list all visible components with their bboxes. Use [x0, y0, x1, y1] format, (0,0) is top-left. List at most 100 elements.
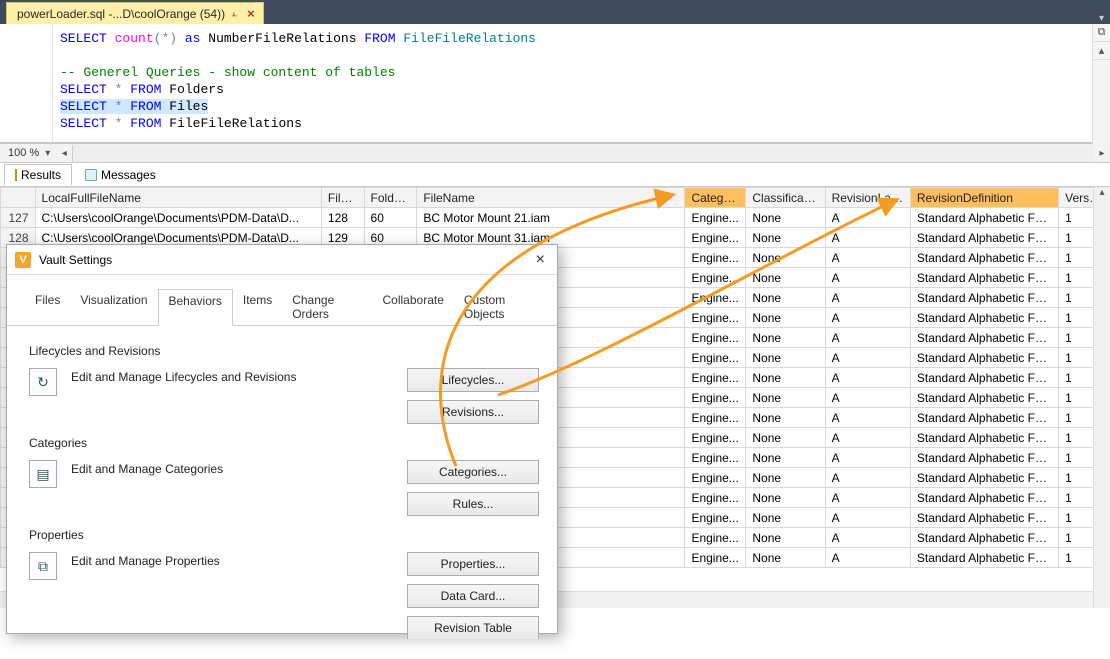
editor-hscroll[interactable]	[72, 145, 1094, 162]
cell-revlabel: A	[825, 348, 910, 368]
cell-classification: None	[746, 388, 825, 408]
cell-revdef: Standard Alphabetic Format	[910, 348, 1058, 368]
col-localfullfilename[interactable]: LocalFullFileName	[35, 188, 321, 208]
cell-classification: None	[746, 268, 825, 288]
cell-revdef: Standard Alphabetic Format	[910, 508, 1058, 528]
cell-category: Engine...	[685, 448, 746, 468]
cell-classification: None	[746, 328, 825, 348]
tab-change-orders[interactable]: Change Orders	[282, 289, 372, 325]
tabstrip-overflow-icon[interactable]: ▾	[1099, 13, 1110, 24]
grid-vscroll[interactable]: ▴	[1093, 187, 1110, 608]
cell-revdef: Standard Alphabetic Format	[910, 268, 1058, 288]
tab-collaborate[interactable]: Collaborate	[373, 289, 454, 325]
cell-classification: None	[746, 348, 825, 368]
grid-icon	[15, 169, 17, 181]
tab-custom-objects[interactable]: Custom Objects	[454, 289, 547, 325]
cell-classification: None	[746, 248, 825, 268]
col-filename[interactable]: FileName	[417, 188, 685, 208]
col-classification[interactable]: Classification	[746, 188, 825, 208]
revision-table-button[interactable]: Revision Table	[407, 616, 539, 639]
tab-visualization[interactable]: Visualization	[70, 289, 157, 325]
editor-tabstrip: powerLoader.sql -...D\coolOrange (54)) ⫠…	[0, 0, 1110, 24]
cell-category: Engine...	[685, 548, 746, 568]
tab-items[interactable]: Items	[233, 289, 282, 325]
cell-classification: None	[746, 368, 825, 388]
split-icon[interactable]: ⧉	[1093, 24, 1110, 42]
cell-classification: None	[746, 408, 825, 428]
categories-button[interactable]: Categories...	[407, 460, 539, 484]
cell-category: Engine...	[685, 528, 746, 548]
dialog-titlebar[interactable]: V Vault Settings ×	[7, 245, 557, 275]
code-content[interactable]: SELECT count(*) as NumberFileRelations F…	[0, 24, 1110, 142]
cell-revlabel: A	[825, 308, 910, 328]
messages-icon	[85, 169, 97, 181]
cell-revdef: Standard Alphabetic Format	[910, 388, 1058, 408]
properties-icon: ⧉	[29, 552, 57, 580]
table-row[interactable]: 127C:\Users\coolOrange\Documents\PDM-Dat…	[1, 208, 1110, 228]
cell-category: Engine...	[685, 208, 746, 228]
rownum-cell: 127	[1, 208, 36, 228]
col-folderid[interactable]: FolderID	[364, 188, 417, 208]
col-category[interactable]: Category	[685, 188, 746, 208]
cell-revdef: Standard Alphabetic Format	[910, 428, 1058, 448]
tab-results[interactable]: Results	[4, 164, 72, 185]
pin-icon[interactable]: ⫠	[231, 8, 237, 19]
nav-up-icon[interactable]: ▴	[1093, 42, 1110, 60]
tab-behaviors[interactable]: Behaviors	[158, 289, 233, 326]
scroll-right-icon[interactable]: ▸	[1094, 148, 1110, 159]
cell-category: Engine...	[685, 268, 746, 288]
cell-revlabel: A	[825, 208, 910, 228]
rules-button[interactable]: Rules...	[407, 492, 539, 516]
cell-classification: None	[746, 468, 825, 488]
section-lifecycles-desc: Edit and Manage Lifecycles and Revisions	[71, 368, 393, 384]
cell-classification: None	[746, 528, 825, 548]
cell-revdef: Standard Alphabetic Format	[910, 468, 1058, 488]
cell-classification: None	[746, 428, 825, 448]
cell-category: Engine...	[685, 348, 746, 368]
file-tab[interactable]: powerLoader.sql -...D\coolOrange (54)) ⫠…	[6, 2, 264, 24]
cell-revlabel: A	[825, 328, 910, 348]
cell-category: Engine...	[685, 408, 746, 428]
cell-classification: None	[746, 208, 825, 228]
file-tab-label: powerLoader.sql -...D\coolOrange (54))	[17, 7, 225, 21]
cell-category: Engine...	[685, 288, 746, 308]
cell-classification: None	[746, 308, 825, 328]
categories-icon: ▤	[29, 460, 57, 488]
col-fileid[interactable]: FileID	[321, 188, 364, 208]
tab-messages[interactable]: Messages	[74, 164, 167, 185]
dialog-close-icon[interactable]: ×	[532, 251, 549, 269]
data-card-button[interactable]: Data Card...	[407, 584, 539, 608]
close-icon[interactable]: ×	[243, 6, 255, 21]
cell-revdef: Standard Alphabetic Format	[910, 308, 1058, 328]
scroll-up-icon[interactable]: ▴	[1094, 187, 1110, 203]
col-revisiondefinition[interactable]: RevisionDefinition	[910, 188, 1058, 208]
section-categories-desc: Edit and Manage Categories	[71, 460, 393, 476]
cell-category: Engine...	[685, 328, 746, 348]
cell-revdef: Standard Alphabetic Format	[910, 448, 1058, 468]
cell-category: Engine...	[685, 308, 746, 328]
code-editor[interactable]: SELECT count(*) as NumberFileRelations F…	[0, 24, 1110, 143]
lifecycles-icon: ↻	[29, 368, 57, 396]
col-revisionlabel[interactable]: RevisionLabel	[825, 188, 910, 208]
cell-revlabel: A	[825, 268, 910, 288]
lifecycles-button[interactable]: Lifecycles...	[407, 368, 539, 392]
cell-category: Engine...	[685, 488, 746, 508]
cell-revlabel: A	[825, 248, 910, 268]
zoom-level[interactable]: 100 %	[0, 147, 45, 159]
tab-files[interactable]: Files	[25, 289, 70, 325]
cell-revlabel: A	[825, 228, 910, 248]
properties-button[interactable]: Properties...	[407, 552, 539, 576]
scroll-left-icon[interactable]: ◂	[56, 148, 72, 159]
rownum-header[interactable]	[1, 188, 36, 208]
cell-classification: None	[746, 488, 825, 508]
cell-revdef: Standard Alphabetic Format	[910, 208, 1058, 228]
cell-revlabel: A	[825, 448, 910, 468]
cell-revdef: Standard Alphabetic Format	[910, 228, 1058, 248]
revisions-button[interactable]: Revisions...	[407, 400, 539, 424]
cell-revlabel: A	[825, 388, 910, 408]
section-properties-desc: Edit and Manage Properties	[71, 552, 393, 568]
grid-header-row: LocalFullFileName FileID FolderID FileNa…	[1, 188, 1110, 208]
cell-revdef: Standard Alphabetic Format	[910, 528, 1058, 548]
cell-local: C:\Users\coolOrange\Documents\PDM-Data\D…	[35, 208, 321, 228]
zoom-dropdown-icon[interactable]: ▾	[45, 148, 56, 159]
